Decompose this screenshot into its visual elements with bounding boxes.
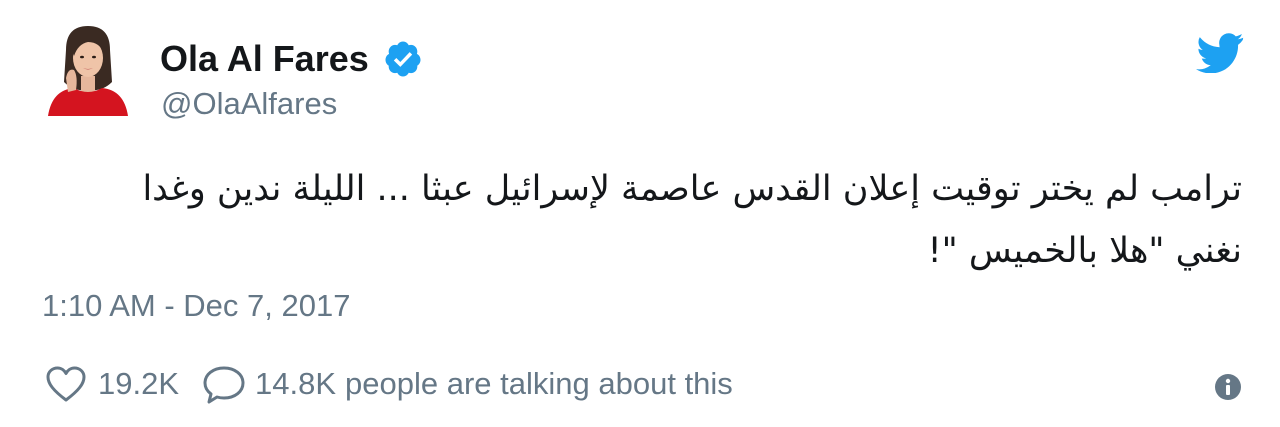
author-handle[interactable]: @OlaAlfares xyxy=(161,86,337,122)
reply-icon[interactable] xyxy=(201,364,247,404)
verified-badge-icon xyxy=(383,39,423,79)
conversation-label[interactable]: people are talking about this xyxy=(345,366,733,402)
profile-photo xyxy=(44,20,132,120)
twitter-bird-icon[interactable] xyxy=(1196,33,1244,74)
conversation-count[interactable]: 14.8K xyxy=(255,366,336,402)
tweet-text: ترامب لم يختر توقيت إعلان القدس عاصمة لإ… xyxy=(142,169,1242,271)
tweet-timestamp[interactable]: 1:10 AM - Dec 7, 2017 xyxy=(42,288,350,324)
heart-icon[interactable] xyxy=(44,364,88,404)
author-name-row: Ola Al Fares xyxy=(160,36,423,82)
avatar[interactable] xyxy=(44,20,132,120)
author-display-name[interactable]: Ola Al Fares xyxy=(160,38,369,80)
tweet-actions: 19.2K 14.8K people are talking about thi… xyxy=(44,360,733,408)
likes-count[interactable]: 19.2K xyxy=(98,366,179,402)
info-icon[interactable] xyxy=(1214,373,1242,401)
